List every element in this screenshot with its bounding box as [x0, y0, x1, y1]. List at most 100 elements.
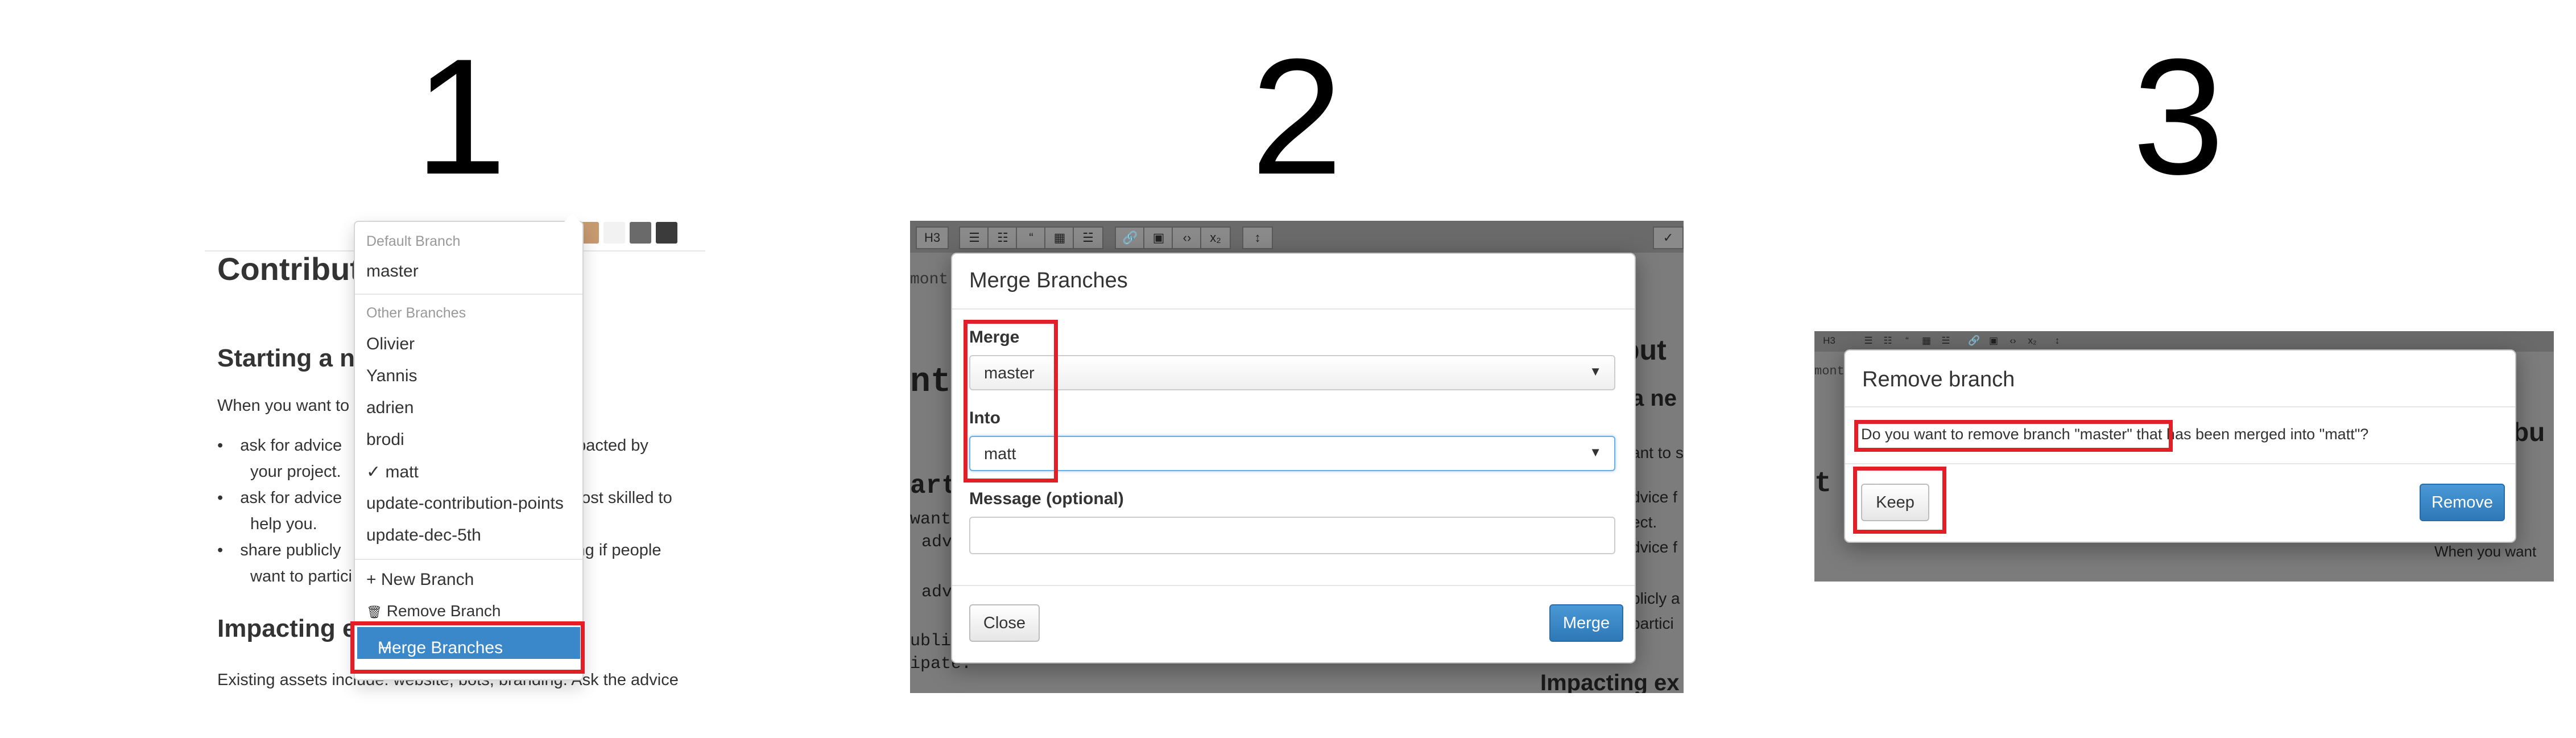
bg-text: adv: [921, 583, 953, 602]
bg-text: ubli: [910, 632, 952, 651]
editor-toolbar: H3 ☰ ☷ “ ▦ ☱ 🔗 ▣ ‹› x₂ ↕ ✓: [910, 221, 1684, 253]
numbered-list-button[interactable]: ☷: [1879, 333, 1896, 348]
bg-text: bu: [2513, 417, 2545, 447]
branch-item[interactable]: Yannis: [366, 366, 417, 386]
document-title: Contribut: [217, 251, 361, 287]
collaborator-avatars: [577, 222, 682, 246]
check-icon: ✓: [366, 463, 381, 481]
plus-icon: +: [366, 570, 377, 589]
branch-item[interactable]: update-dec-5th: [366, 526, 481, 545]
message-label: Message (optional): [969, 489, 1124, 508]
bullet-3-cont: want to partici: [250, 567, 352, 586]
avatar[interactable]: [656, 222, 677, 244]
remove-button[interactable]: Remove: [2420, 484, 2505, 521]
branch-dropdown-menu: Default Branch master Other Branches Oli…: [354, 213, 584, 681]
quote-button[interactable]: “: [1899, 333, 1916, 348]
subscript-button[interactable]: x₂: [2024, 333, 2041, 348]
bullet-3: • share publicly: [217, 541, 341, 559]
step-number: 3: [2132, 24, 2224, 209]
trash-icon: 🗑: [366, 605, 382, 619]
avatar[interactable]: [630, 222, 651, 244]
message-input[interactable]: [969, 517, 1615, 554]
branch-item-current[interactable]: ✓ matt: [366, 462, 419, 482]
hr-button[interactable]: ☱: [1073, 226, 1103, 249]
dialog-title: Merge Branches: [969, 269, 1128, 292]
bg-text: dvice f: [1631, 488, 1677, 506]
link-button[interactable]: 🔗: [1115, 226, 1146, 249]
annotation-highlight-keep: [1853, 467, 1946, 534]
step-1-panel: 1 Contribut Starting a n When you want t…: [0, 0, 842, 738]
heading-button[interactable]: H3: [916, 226, 949, 249]
code-button[interactable]: ‹›: [1172, 226, 1202, 249]
new-branch-item[interactable]: + New Branch: [366, 570, 474, 589]
bg-text: When you want: [2434, 543, 2537, 560]
link-button[interactable]: 🔗: [1966, 333, 1983, 348]
heading-button[interactable]: H3: [1818, 333, 1841, 348]
bg-text: t: [1814, 468, 1832, 500]
bullet-2-cont: help you.: [250, 515, 317, 533]
bullet-list-button[interactable]: ☰: [1860, 333, 1877, 348]
divider: [355, 294, 582, 295]
annotation-highlight-merge-branches: [350, 621, 585, 674]
bullet-2: • ask for advice: [217, 489, 342, 507]
branch-item-master[interactable]: master: [366, 262, 419, 281]
default-branch-header: Default Branch: [366, 233, 461, 249]
sort-button[interactable]: ↕: [1242, 226, 1273, 249]
section-heading: Starting a n: [217, 344, 355, 372]
check-button[interactable]: ✓: [1653, 226, 1684, 249]
bullet-1: • ask for advice: [217, 436, 342, 455]
quote-button[interactable]: “: [1016, 226, 1047, 249]
bg-text: nt: [910, 363, 952, 402]
merge-button[interactable]: Merge: [1549, 604, 1623, 642]
other-branches-header: Other Branches: [366, 305, 466, 321]
bg-text: dvice f: [1631, 538, 1677, 556]
bg-text: mont: [1814, 364, 1845, 378]
step-number: 2: [1251, 24, 1343, 209]
image-button[interactable]: ▣: [1143, 226, 1174, 249]
image-button[interactable]: ▣: [1985, 333, 2002, 348]
branch-item[interactable]: brodi: [366, 430, 404, 450]
editor-toolbar: H3 ☰ ☷ “ ▦ ☱ 🔗 ▣ ‹› x₂ ↕: [1814, 331, 2554, 352]
table-button[interactable]: ▦: [1044, 226, 1075, 249]
branch-item[interactable]: update-contribution-points: [366, 494, 564, 513]
section-heading: Impacting e: [217, 615, 357, 642]
dialog-title: Remove branch: [1862, 368, 2015, 391]
branch-item[interactable]: adrien: [366, 398, 414, 418]
divider: [1845, 406, 2515, 407]
bg-text: a ne: [1631, 386, 1677, 411]
avatar[interactable]: [603, 222, 625, 244]
bg-text: mont: [910, 271, 949, 288]
divider: [1845, 463, 2515, 464]
step-3-panel: 3 H3 ☰ ☷ “ ▦ ☱ 🔗 ▣ ‹› x₂ ↕ mont t bu Whe…: [1814, 0, 2554, 738]
bg-text: blicly a: [1631, 589, 1680, 607]
bg-text: art: [910, 471, 957, 501]
annotation-highlight-merge-into: [964, 320, 1058, 483]
subscript-button[interactable]: x₂: [1200, 226, 1231, 249]
caret-down-icon: ▼: [1589, 364, 1602, 378]
branch-item[interactable]: Olivier: [366, 335, 415, 354]
close-button[interactable]: Close: [969, 604, 1040, 642]
numbered-list-button[interactable]: ☷: [987, 226, 1018, 249]
merge-source-select[interactable]: master ▼: [969, 355, 1615, 390]
step-number: 1: [415, 24, 507, 209]
bullet-1-cont: your project.: [250, 463, 341, 481]
caret-down-icon: ▼: [1589, 445, 1602, 459]
divider: [355, 559, 582, 560]
code-button[interactable]: ‹›: [2004, 333, 2021, 348]
step-2-panel: 2 H3 ☰ ☷ “ ▦ ☱ 🔗 ▣ ‹› x₂ ↕ ✓ mont nt art…: [910, 0, 1684, 738]
bg-text: partici: [1631, 615, 1674, 632]
bg-text: ant to s: [1631, 444, 1684, 461]
remove-branch-item[interactable]: 🗑 Remove Branch: [366, 602, 501, 620]
divider: [952, 585, 1635, 586]
annotation-highlight-question: [1854, 420, 2173, 452]
bg-text: Impacting ex: [1540, 670, 1680, 693]
bullet-list-button[interactable]: ☰: [959, 226, 990, 249]
sort-button[interactable]: ↕: [2049, 333, 2066, 348]
divider: [952, 308, 1635, 310]
table-button[interactable]: ▦: [1918, 333, 1935, 348]
merge-target-select[interactable]: matt ▼: [969, 436, 1615, 471]
bg-text: want: [910, 510, 952, 529]
hr-button[interactable]: ☱: [1937, 333, 1954, 348]
bg-text: adv: [921, 533, 953, 552]
intro-text: When you want to: [217, 397, 350, 415]
